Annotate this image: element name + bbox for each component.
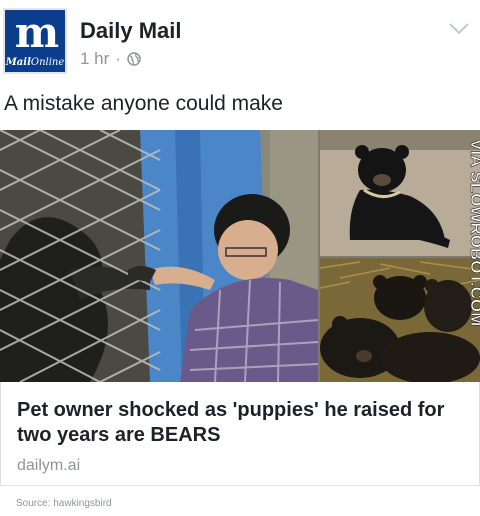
link-preview-card[interactable]: Pet owner shocked as 'puppies' he raised… [0, 382, 480, 486]
meta-separator: · [115, 49, 121, 68]
svg-text:VIA SLOWROBOT.COM: VIA SLOWROBOT.COM [467, 139, 480, 326]
link-domain: dailym.ai [17, 457, 81, 474]
photo-man-feeding-bear [0, 130, 318, 382]
post-timestamp[interactable]: 1 hr [80, 49, 109, 69]
chevron-down-icon[interactable] [448, 22, 470, 36]
source-credit: Source: hawkingsbird [16, 498, 112, 509]
avatar-logo-mark: m [14, 8, 59, 57]
watermark-text: VIA SLOWROBOT.COM [467, 139, 480, 327]
post-caption: A mistake anyone could make [4, 92, 283, 115]
globe-icon [127, 52, 141, 66]
post-header: m MailOnline Daily Mail 1 hr · [0, 0, 480, 82]
page-name-link[interactable]: Daily Mail [80, 18, 181, 44]
link-preview-image[interactable] [0, 130, 480, 382]
post-meta: 1 hr · [80, 49, 141, 69]
page-avatar[interactable]: m MailOnline [3, 8, 67, 74]
link-title[interactable]: Pet owner shocked as 'puppies' he raised… [17, 398, 467, 448]
avatar-logo-text: MailOnline [5, 57, 65, 68]
